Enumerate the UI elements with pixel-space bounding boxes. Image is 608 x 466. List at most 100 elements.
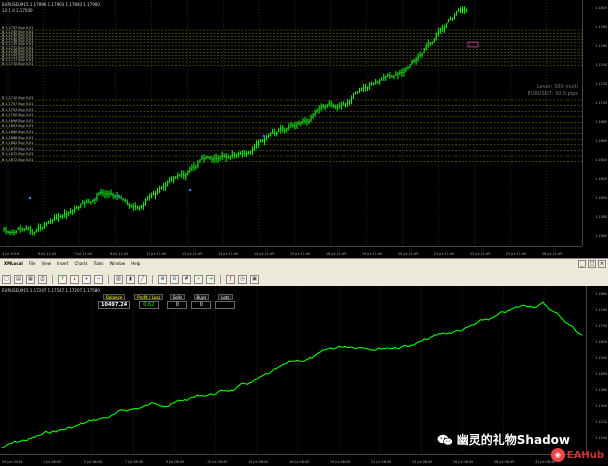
window-title: XMLocal <box>4 261 23 266</box>
price-tick-label: 1.1460 <box>595 372 607 376</box>
toolbar-separator <box>220 274 221 284</box>
equity-symbol-header: EURUSD,M15 1.17247 1.17547 1.17207 1.175… <box>2 288 100 293</box>
toolbar-separator <box>152 274 153 284</box>
menu-help[interactable]: Help <box>131 261 140 271</box>
price-tick-label: 1.1380 <box>595 388 607 392</box>
save-icon[interactable]: ▦ <box>26 274 35 284</box>
zoom-out-icon[interactable]: ⊖ <box>170 274 179 284</box>
stat-label: Lots <box>218 294 233 300</box>
open-icon[interactable]: ▤ <box>14 274 23 284</box>
autoscroll-icon[interactable]: » <box>194 274 203 284</box>
time-tick-label: 15 Jul 11:45 <box>290 252 311 256</box>
stat-profit-loss: Profit / Loss 0.62 <box>134 294 164 309</box>
stat-label: Sells <box>169 294 186 300</box>
stat-value: 0.62 <box>138 301 159 309</box>
periods-icon[interactable]: ◷ <box>238 274 247 284</box>
watermark: 幽灵的礼物Shadow <box>437 431 570 448</box>
lever-info: Lever: 500 multi <box>537 84 578 90</box>
wechat-icon <box>437 434 453 445</box>
price-tick-label: 1.1140 <box>595 436 607 440</box>
order-level-label: B 1.1693 Buy 0.01 <box>2 124 34 129</box>
order-level-label: B 1.1714 Buy 0.01 <box>2 61 34 66</box>
toolbar-separator <box>52 274 53 284</box>
time-scale[interactable]: 4 Jul 2016 6 Jul 11:45 7 Jul 11:45 8 Jul 11… <box>0 246 582 258</box>
price-tick-label: 1.1780 <box>595 308 607 312</box>
price-chart-canvas[interactable] <box>0 0 582 246</box>
time-tick-label: 8 Jul 11:45 <box>110 252 129 256</box>
stat-value <box>215 301 236 309</box>
time-tick-label: 13 Jul 11:45 <box>218 252 239 256</box>
menu-file[interactable]: File <box>29 261 36 271</box>
time-tick-label: 21 Jul 08:45 <box>371 460 392 464</box>
new-chart-icon[interactable]: ▢ <box>2 274 11 284</box>
print-icon[interactable]: ⎙ <box>38 274 47 284</box>
close-button[interactable]: × <box>598 260 606 268</box>
order-level-label: B 1.1679 Buy 0.01 <box>2 146 34 151</box>
candles-group <box>3 6 468 236</box>
order-level-label: B 1.1710 Buy 0.01 <box>2 96 34 101</box>
time-tick-label: 19 Jul 11:45 <box>362 252 383 256</box>
maximize-button[interactable]: □ <box>588 260 596 268</box>
main-price-chart[interactable]: EURUSD,M15 1.17896 1.17903 1.17893 1.179… <box>0 0 608 258</box>
time-tick-label: 7 Jul 08:45 <box>125 460 144 464</box>
price-tick-label: 1.1700 <box>595 324 607 328</box>
price-tick-label: 1.1540 <box>595 356 607 360</box>
time-tick-label: 16 Jul 08:45 <box>289 460 310 464</box>
order-level-label: B 1.1672 Buy 0.01 <box>2 158 34 162</box>
zoom-in-icon[interactable]: ⊕ <box>158 274 167 284</box>
price-tick-label: 1.1300 <box>595 404 607 408</box>
eahub-badge: ◉ EAHub <box>550 448 604 462</box>
time-tick-label: 14 Jul 11:45 <box>254 252 275 256</box>
time-tick-label: 20 Jul 11:45 <box>398 252 419 256</box>
plus-icon[interactable]: + <box>82 274 91 284</box>
price-tick-label: 1.1640 <box>595 158 607 162</box>
order-level-label: B 1.1707 Buy 0.01 <box>2 102 34 106</box>
menu-tools[interactable]: Tools <box>94 261 104 271</box>
bar-chart-icon[interactable]: ▥ <box>114 274 123 284</box>
time-tick-label: 11 Jul 11:45 <box>146 252 167 256</box>
stat-value: 0 <box>191 301 212 309</box>
price-scale[interactable]: 1.1800 1.1780 1.1760 1.1740 1.1720 1.1700 1.16… <box>582 0 608 246</box>
menu-charts[interactable]: Charts <box>75 261 88 271</box>
stat-label: Buys <box>193 294 210 300</box>
shift-icon[interactable]: ⇥ <box>206 274 215 284</box>
terminal-toolbar: XMLocal File View Insert Charts Tools Wi… <box>0 258 608 286</box>
order-level-label: B 1.1686 Buy 0.01 <box>2 135 34 140</box>
menu-window[interactable]: Window <box>109 261 125 271</box>
chart-symbol-header: EURUSD,M15 1.17896 1.17903 1.17893 1.179… <box>2 2 100 7</box>
price-tick-label: 1.1660 <box>595 139 607 143</box>
time-tick-label: 9 Jul 08:45 <box>166 460 185 464</box>
time-tick-label: 12 Jul 11:45 <box>182 252 203 256</box>
trade-marker <box>116 194 120 198</box>
account-stats-panel: Balance 10497.24 Profit / Loss 0.62 Sells 0 Bu… <box>98 294 236 309</box>
candle-chart-icon[interactable]: ▮ <box>126 274 135 284</box>
menu-view[interactable]: View <box>42 261 52 271</box>
arrow-up-icon[interactable]: ↑ <box>58 274 67 284</box>
menu-insert[interactable]: Insert <box>57 261 68 271</box>
pips-info: EURUSD7: 30.0 pips <box>527 91 579 97</box>
templates-icon[interactable]: ▣ <box>250 274 259 284</box>
time-tick-label: 14 Jul 08:45 <box>248 460 269 464</box>
time-tick-label: 21 Jul 11:45 <box>434 252 455 256</box>
price-tick-label: 1.1580 <box>595 215 607 219</box>
equity-chart-canvas[interactable] <box>0 286 586 454</box>
indicators-icon[interactable]: ƒ <box>226 274 235 284</box>
equity-time-scale[interactable]: 29 Jun 2016 1 Jul 08:45 5 Jul 08:45 7 Jul 0… <box>0 454 586 466</box>
stat-buys: Buys 0 <box>191 294 212 309</box>
price-tick-label: 1.1680 <box>595 120 607 124</box>
time-tick-label: 5 Jul 08:45 <box>84 460 103 464</box>
stat-value: 10497.24 <box>98 301 131 309</box>
stat-sells: Sells 0 <box>167 294 188 309</box>
equity-chart[interactable]: EURUSD,M15 1.17247 1.17547 1.17207 1.175… <box>0 286 608 466</box>
time-tick-label: 23 Jul 08:45 <box>412 460 433 464</box>
time-tick-label: 19 Jul 08:45 <box>330 460 351 464</box>
watermark-text: 幽灵的礼物Shadow <box>456 433 570 447</box>
grid-icon[interactable]: # <box>182 274 191 284</box>
price-tick-label: 1.1780 <box>595 25 607 29</box>
chart-symbol-subheader: 13.1 d 1.17500 <box>2 8 33 13</box>
line-chart-icon[interactable]: ╱ <box>138 274 147 284</box>
equity-price-scale[interactable]: 1.1860 1.1780 1.1700 1.1620 1.1540 1.1460 1.13… <box>586 286 608 454</box>
minimize-button[interactable]: _ <box>578 260 586 268</box>
arrow-down-icon[interactable]: ↓ <box>70 274 79 284</box>
minus-icon[interactable]: − <box>94 274 103 284</box>
